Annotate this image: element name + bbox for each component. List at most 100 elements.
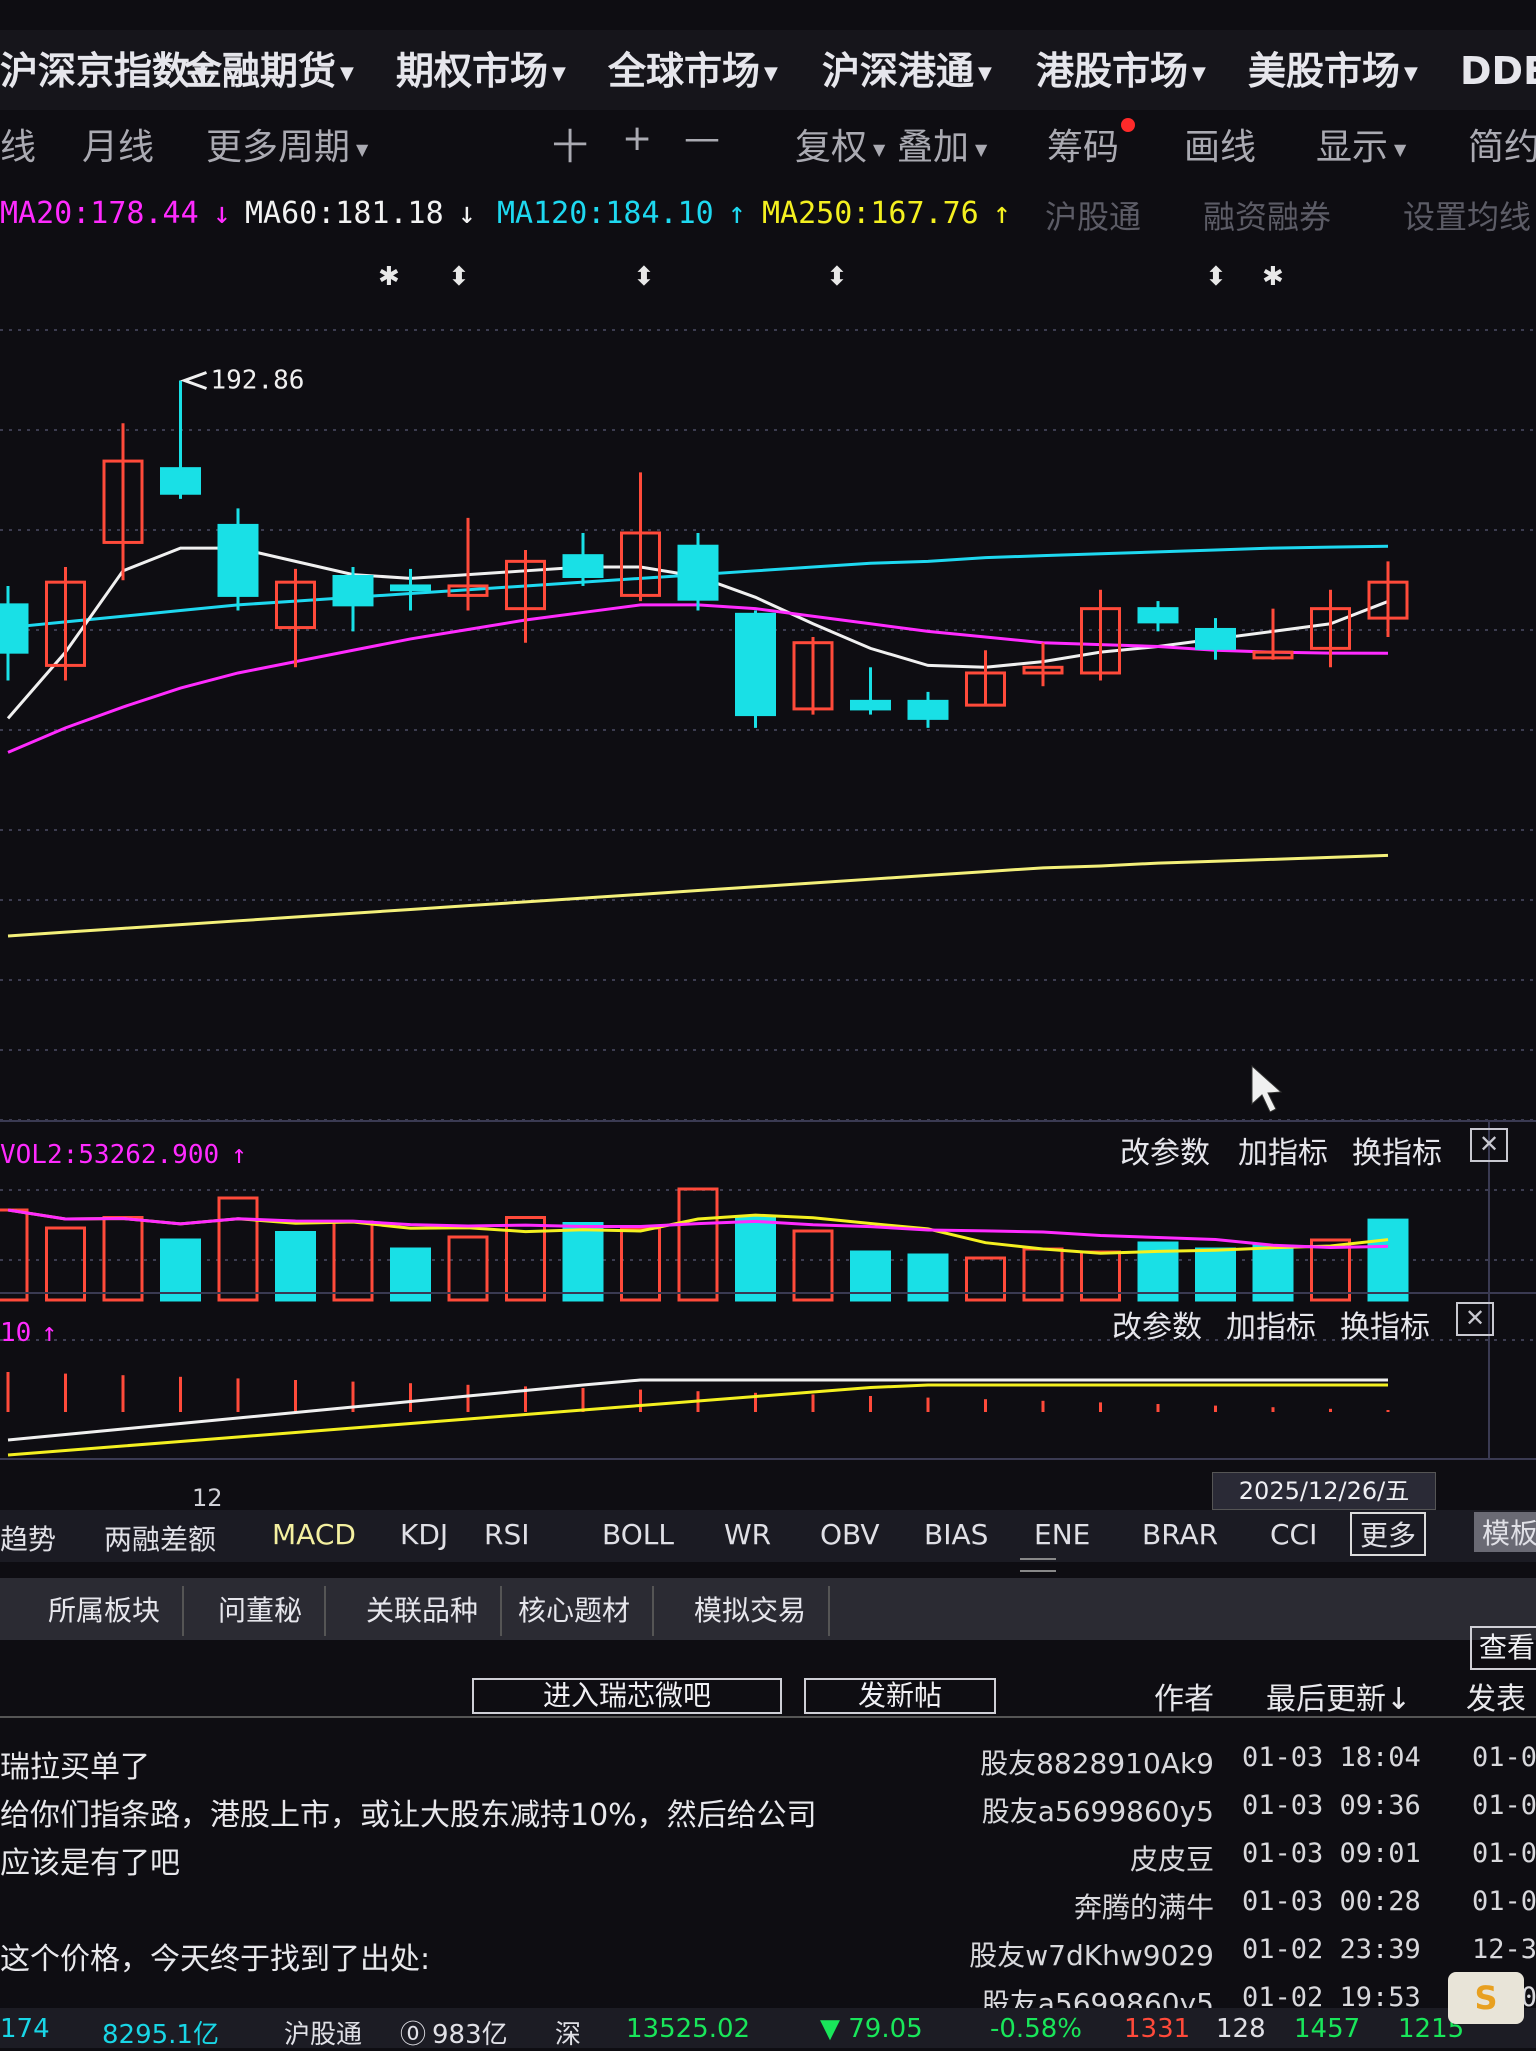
chevron-down-icon: ▼ (873, 139, 886, 159)
switch-indicator-button[interactable]: 换指标 (1340, 1302, 1430, 1346)
indicator-tab[interactable]: 两融差额 (104, 1518, 216, 1558)
margin-trading-button[interactable]: 融资融券 (1203, 192, 1331, 238)
mouse-cursor-icon (1251, 1064, 1283, 1113)
market-menu-item[interactable]: DDE决 (1460, 40, 1536, 95)
indicator-tab[interactable]: BOLL (602, 1518, 674, 1551)
info-tab[interactable]: 问董秘 (196, 1586, 327, 1636)
info-tab[interactable]: 关联品种 (344, 1586, 503, 1636)
new-post-button[interactable]: 发新帖 (804, 1678, 996, 1714)
cursor-date-label: 2025/12/26/五 (1212, 1472, 1436, 1510)
indicator-tab[interactable]: KDJ (400, 1518, 448, 1551)
post-title[interactable]: 应该是有了吧 (0, 1838, 180, 1882)
indicator-tab[interactable]: CCI (1270, 1518, 1317, 1551)
chart-tool-item[interactable]: 更多周期 ▼ (206, 118, 368, 170)
info-tab[interactable]: 所属板块 (26, 1586, 185, 1636)
post-title[interactable]: 给你们指条路，港股上市，或让大股东减持10%，然后给公司 (0, 1790, 817, 1834)
indicator-tab[interactable]: 趋势 (0, 1518, 56, 1558)
change-param-button[interactable]: 改参数 (1112, 1302, 1202, 1346)
volume-bar (1367, 1218, 1409, 1302)
enter-forum-button[interactable]: 进入瑞芯微吧 (472, 1678, 782, 1714)
add-indicator-button[interactable]: 加指标 (1238, 1128, 1328, 1172)
candle-body (735, 612, 776, 717)
tool-label: 画线 (1184, 127, 1257, 168)
chart-tool-item[interactable]: 显示 ▼ (1316, 118, 1406, 170)
indicator-tab[interactable]: 更多 (1350, 1512, 1427, 1556)
market-menu-item[interactable]: 美股市场 ▼ (1248, 40, 1418, 95)
market-menu-item[interactable]: 金融期货 ▼ (184, 40, 354, 95)
chart-tool-item[interactable]: 叠加 ▼ (897, 118, 987, 170)
indicator-tab[interactable]: BIAS (924, 1518, 988, 1551)
status-turnover: 8295.1亿 (102, 2020, 219, 2050)
tool-label: 线 (0, 127, 37, 168)
close-panel-icon[interactable]: ✕ (1456, 1302, 1494, 1336)
resize-handle-icon[interactable] (1020, 1558, 1056, 1572)
event-marker-icon[interactable]: ✱ (378, 262, 400, 292)
chart-tool-item[interactable]: 简约 (1468, 118, 1536, 170)
market-menu-item[interactable]: 沪深港通 ▼ (822, 40, 992, 95)
hgt-button[interactable]: 沪股通 (1045, 192, 1141, 238)
volume-ma-line (7, 1208, 1389, 1250)
notification-dot-icon (1121, 118, 1136, 132)
indicator-tab[interactable]: WR (724, 1518, 771, 1551)
post-author[interactable]: 股友a5699860y5 (982, 1790, 1214, 1830)
event-marker-icon[interactable]: ✱ (1262, 262, 1284, 292)
chart-tool-item[interactable]: + (622, 118, 652, 159)
indicator-tab[interactable]: 模板 (1474, 1512, 1536, 1552)
tool-label: + (622, 118, 653, 159)
view-button[interactable]: 查看 (1470, 1626, 1536, 1670)
chart-tool-item[interactable]: 筹码 (1047, 118, 1136, 170)
chart-tool-item[interactable]: — (684, 118, 720, 159)
indicator-tab[interactable]: ENE (1034, 1518, 1090, 1551)
panel-divider (0, 1292, 1536, 1294)
high-arrow-icon (180, 371, 208, 390)
post-title[interactable]: 这个价格，今天终于找到了出处: (0, 1934, 430, 1978)
change-param-button[interactable]: 改参数 (1120, 1128, 1210, 1172)
event-marker-icon[interactable]: ⬍ (633, 262, 655, 292)
info-tab[interactable]: 核心题材 (496, 1586, 655, 1636)
market-menu-item[interactable]: 沪深京指数 ▼ (0, 40, 208, 95)
posted-column-header[interactable]: 发表 (1466, 1674, 1526, 1718)
volume-label: VOL2:53262.900 ↑ (0, 1140, 247, 1170)
indicator-tab[interactable]: OBV (820, 1518, 880, 1551)
post-title[interactable]: 瑞拉买单了 (0, 1742, 150, 1786)
chart-tool-item[interactable]: 线 (0, 118, 36, 170)
status-sz-label: 深 (555, 2020, 582, 2050)
help-icon[interactable]: ⓪ (400, 2014, 426, 2051)
chart-tool-item[interactable]: 十 (552, 118, 588, 170)
indicator-tab[interactable]: RSI (484, 1518, 530, 1551)
candle-body (160, 467, 201, 495)
candle-body (562, 554, 604, 578)
ma-settings-button[interactable]: 设置均线 (1403, 192, 1531, 238)
menu-item-label: 金融期货 (184, 49, 337, 93)
author-column-header[interactable]: 作者 (1154, 1674, 1214, 1718)
menu-item-label: 美股市场 (1248, 49, 1401, 93)
chart-tool-item[interactable]: 复权 ▼ (795, 118, 885, 170)
chart-tool-item[interactable]: 画线 (1184, 118, 1256, 170)
indicator-tab[interactable]: MACD (272, 1518, 356, 1551)
volume-bar (160, 1238, 201, 1302)
post-author[interactable]: 奔腾的满牛 (1074, 1886, 1214, 1926)
indicator-tab[interactable]: BRAR (1142, 1518, 1218, 1551)
post-updated-time: 01-03 09:01 (1242, 1838, 1421, 1869)
updated-column-header[interactable]: 最后更新↓ (1266, 1674, 1411, 1718)
info-tab[interactable]: 模拟交易 (672, 1586, 831, 1636)
add-indicator-button[interactable]: 加指标 (1226, 1302, 1316, 1346)
post-author[interactable]: 股友w7dKhw9029 (969, 1934, 1214, 1974)
chart-tool-item[interactable]: 月线 (82, 118, 154, 170)
switch-indicator-button[interactable]: 换指标 (1352, 1128, 1442, 1172)
market-menu-item[interactable]: 全球市场 ▼ (608, 40, 778, 95)
menu-item-label: 沪深港通 (822, 49, 975, 93)
assistant-float-icon[interactable]: S (1448, 1972, 1524, 2024)
post-author[interactable]: 股友8828910Ak9 (980, 1742, 1214, 1782)
status-down-count: 1457 (1294, 2014, 1361, 2044)
market-menu-item[interactable]: 港股市场 ▼ (1036, 40, 1206, 95)
ma60-label: MA60:181.18 ↓ (245, 196, 476, 231)
market-menu-item[interactable]: 期权市场 ▼ (396, 40, 566, 95)
event-marker-icon[interactable]: ⬍ (1205, 262, 1227, 292)
ma250-label: MA250:167.76 ↑ (762, 196, 1011, 231)
event-marker-icon[interactable]: ⬍ (826, 262, 848, 292)
chevron-down-icon: ▼ (1192, 63, 1206, 84)
event-marker-icon[interactable]: ⬍ (448, 262, 470, 292)
close-panel-icon[interactable]: ✕ (1470, 1128, 1508, 1162)
post-author[interactable]: 皮皮豆 (1130, 1838, 1214, 1878)
